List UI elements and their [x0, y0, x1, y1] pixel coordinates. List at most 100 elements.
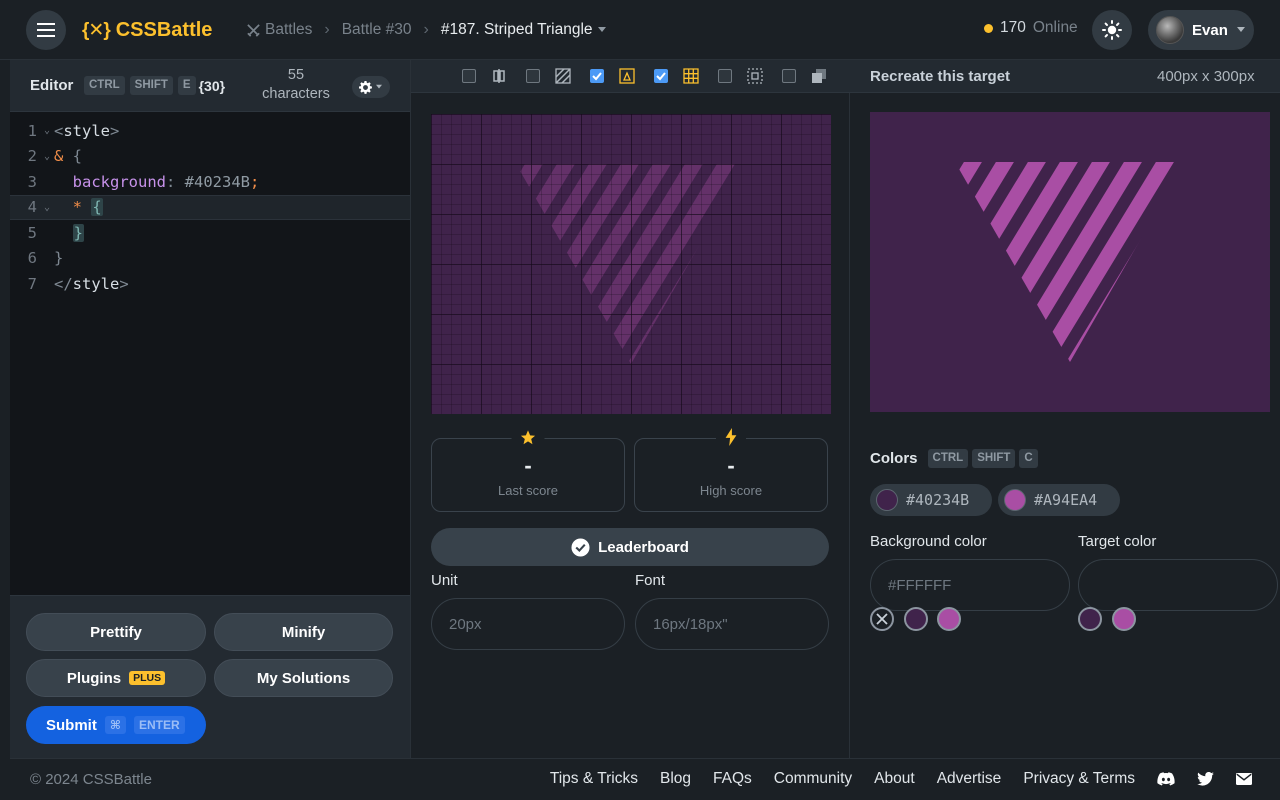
last-score-label: Last score — [498, 483, 558, 498]
user-name: Evan — [1192, 21, 1228, 39]
high-score-card: - High score — [634, 427, 828, 512]
output-preview[interactable] — [431, 114, 831, 414]
kbd-shift: SHIFT — [129, 76, 173, 95]
top-header: {✕} CSSBattle Battles › Battle #30 › #18… — [0, 0, 1280, 60]
code-line: 7 </style> — [10, 271, 410, 297]
code-line: 3 background: #40234B; — [10, 169, 410, 195]
line-number: 3 — [27, 172, 37, 191]
my-solutions-button[interactable]: My Solutions — [214, 659, 393, 697]
bg-color-option-dark[interactable] — [904, 607, 928, 631]
unit-input[interactable] — [431, 598, 625, 650]
target-color-option-dark[interactable] — [1078, 607, 1102, 631]
toggle-slide-compare-checkbox[interactable] — [462, 69, 476, 83]
caret-down-icon — [376, 84, 382, 89]
copyright: © 2024 CSSBattle — [30, 771, 152, 788]
menu-button[interactable] — [26, 10, 66, 50]
submit-button[interactable]: Submit ⌘ ENTER — [26, 706, 206, 744]
footer-link-blog[interactable]: Blog — [660, 770, 691, 788]
code-text: } — [54, 249, 64, 268]
char-count: 55 characters — [255, 66, 337, 104]
online-label: Online — [1032, 19, 1078, 36]
footer-link-advertise[interactable]: Advertise — [937, 770, 1002, 788]
avatar — [1156, 16, 1184, 44]
code-line: 6 } — [10, 246, 410, 272]
font-input[interactable] — [635, 598, 829, 650]
logo-mark-icon: {✕} — [82, 19, 111, 41]
last-score-value: - — [524, 453, 532, 478]
breadcrumb-battles-label: Battles — [265, 21, 313, 38]
color-swatch-bg[interactable]: #40234B — [870, 484, 992, 516]
toggle-diff-checkbox[interactable] — [526, 69, 540, 83]
footer-link-faqs[interactable]: FAQs — [713, 770, 752, 788]
kbd-e: E — [177, 76, 196, 95]
logo-text: CSSBattle — [115, 18, 213, 41]
breadcrumb-battles[interactable]: Battles — [246, 21, 312, 39]
footer-link-tips[interactable]: Tips & Tricks — [550, 770, 638, 788]
prettify-button[interactable]: Prettify — [26, 613, 206, 651]
code-text: & { — [54, 147, 83, 166]
target-overlay-icon — [619, 68, 635, 84]
leaderboard-button[interactable]: Leaderboard — [431, 528, 829, 566]
clear-color-button[interactable] — [870, 607, 894, 631]
bg-color-option-pink[interactable] — [937, 607, 961, 631]
target-image[interactable] — [870, 112, 1270, 412]
star-icon — [511, 427, 545, 447]
user-menu-button[interactable]: Evan — [1148, 10, 1254, 50]
code-line: 2 ⌄ & { — [10, 144, 410, 170]
code-editor[interactable]: 1 ⌄ <style> 2 ⌄ & { 3 background: #40234B;… — [10, 118, 410, 297]
footer-link-community[interactable]: Community — [774, 770, 852, 788]
lightning-icon — [716, 427, 746, 447]
target-color-input[interactable] — [1078, 559, 1278, 611]
unit-label: Unit — [431, 572, 458, 589]
footer-link-privacy[interactable]: Privacy & Terms — [1023, 770, 1135, 788]
striped-triangle — [955, 162, 1185, 362]
colors-shortcut: CTRL SHIFT C — [927, 449, 1038, 468]
fold-chevron-icon[interactable]: ⌄ — [40, 151, 54, 162]
discord-icon[interactable] — [1157, 772, 1175, 786]
stripe — [1118, 162, 1185, 362]
breadcrumb-current[interactable]: #187. Striped Triangle — [441, 21, 607, 39]
cssbattle-logo[interactable]: {✕} CSSBattle — [82, 17, 212, 43]
footer-link-about[interactable]: About — [874, 770, 915, 788]
plugins-button[interactable]: Plugins PLUS — [26, 659, 206, 697]
toggle-grid-checkbox[interactable] — [654, 69, 668, 83]
high-score-label: High score — [699, 483, 763, 498]
editor-header: Editor CTRL SHIFT E {30} 55 characters — [10, 60, 410, 112]
colors-title: Colors — [870, 450, 918, 467]
target-title: Recreate this target — [870, 68, 1011, 85]
layers-icon — [812, 69, 826, 83]
fold-chevron-icon[interactable]: ⌄ — [40, 202, 54, 213]
last-score-card: - Last score — [431, 427, 625, 512]
kbd-enter: ENTER — [133, 716, 185, 734]
target-color-option-pink[interactable] — [1112, 607, 1136, 631]
color-swatch-fg[interactable]: #A94EA4 — [998, 484, 1120, 516]
theme-toggle-button[interactable] — [1092, 10, 1132, 50]
editor-settings-button[interactable] — [352, 76, 390, 98]
diff-stripes-icon — [555, 68, 571, 84]
toggle-outline-checkbox[interactable] — [718, 69, 732, 83]
char-value-curly: {30} — [198, 77, 226, 94]
checkmark-icon — [592, 72, 602, 81]
minify-button[interactable]: Minify — [214, 613, 393, 651]
kbd-shift: SHIFT — [972, 449, 1016, 468]
breadcrumb-battle[interactable]: Battle #30 — [342, 21, 412, 39]
target-header: Recreate this target 400px x 300px — [851, 60, 1280, 93]
plugins-label: Plugins — [66, 669, 122, 687]
plus-badge: PLUS — [129, 671, 166, 685]
code-text: <style> — [54, 121, 120, 140]
background-color-input[interactable] — [870, 559, 1070, 611]
slide-compare-icon — [493, 69, 505, 83]
swatch-dot — [876, 489, 898, 511]
kbd-ctrl: CTRL — [927, 449, 969, 468]
toggle-target-overlay-checkbox[interactable] — [590, 69, 604, 83]
high-score-value: - — [727, 453, 735, 478]
mail-icon[interactable] — [1236, 773, 1252, 785]
code-text: </style> — [54, 274, 129, 293]
swatch-hex: #40234B — [906, 491, 970, 509]
char-count-number: 55 — [287, 67, 305, 83]
toggle-layers-checkbox[interactable] — [782, 69, 796, 83]
colors-heading: Colors CTRL SHIFT C — [870, 449, 1038, 468]
fold-chevron-icon[interactable]: ⌄ — [40, 125, 54, 136]
twitter-icon[interactable] — [1197, 772, 1214, 786]
kbd-c: C — [1019, 449, 1038, 468]
